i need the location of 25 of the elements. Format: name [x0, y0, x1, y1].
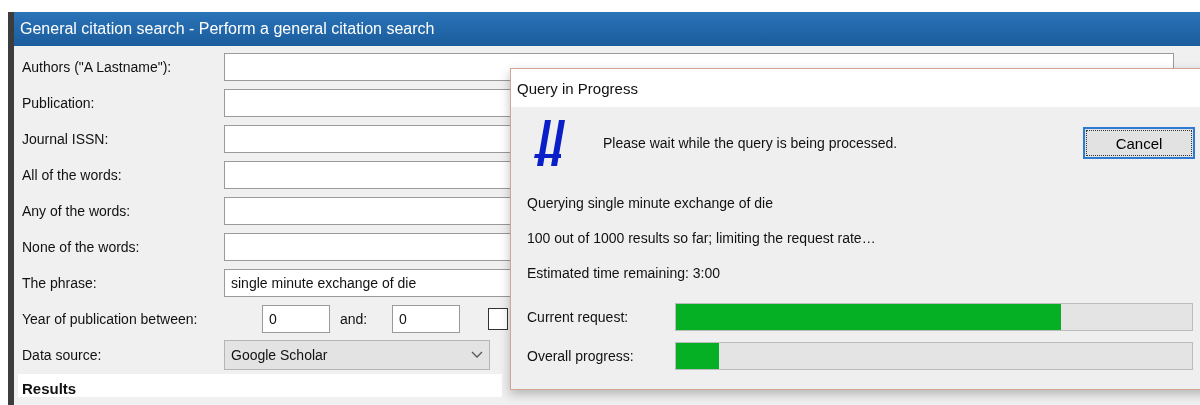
chevron-down-icon	[471, 351, 483, 359]
progress-label: Current request:	[527, 309, 630, 325]
field-label: All of the words:	[22, 167, 123, 183]
progress-label: Overall progress:	[527, 348, 635, 364]
data-source-dropdown[interactable]: Google Scholar	[224, 340, 490, 370]
dialog-message: Please wait while the query is being processed.	[603, 135, 899, 151]
input-field[interactable]: 0	[262, 305, 330, 333]
input-field[interactable]: 0	[392, 305, 460, 333]
field-label: Year of publication between:	[22, 311, 199, 327]
checkbox[interactable]	[488, 308, 508, 330]
status-text: 100 out of 1000 results so far; limiting the request rate…	[527, 230, 877, 248]
field-label: Any of the words:	[22, 203, 132, 219]
field-label: None of the words:	[22, 239, 141, 255]
dialog-title: Query in Progress	[511, 69, 1200, 107]
field-label: Publication:	[22, 95, 96, 111]
cancel-button[interactable]: Cancel	[1083, 127, 1195, 159]
field-label: Journal ISSN:	[22, 131, 110, 147]
field-label: The phrase:	[22, 275, 98, 291]
field-label: and:	[340, 311, 369, 327]
section-heading: Results	[18, 374, 502, 397]
field-label: Authors ("A Lastname"):	[22, 59, 173, 75]
status-text: Querying single minute exchange of die	[527, 195, 774, 213]
window-title: General citation search - Perform a general citation search	[14, 12, 1200, 46]
status-text: Estimated time remaining: 3:00	[527, 265, 721, 283]
field-label: Data source:	[22, 347, 103, 363]
